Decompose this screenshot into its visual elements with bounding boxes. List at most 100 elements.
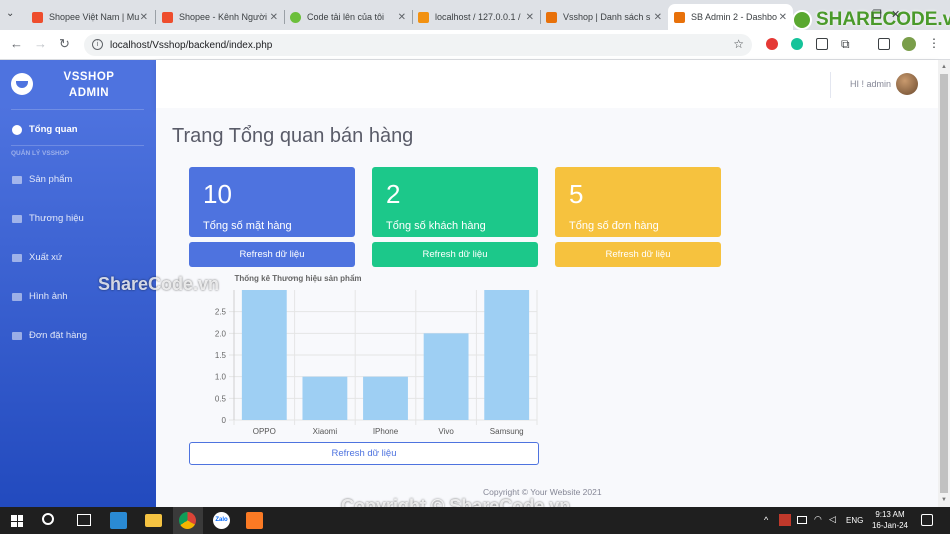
stat-card-customers: 2 Tổng số khách hàng (372, 167, 538, 237)
stat-label: Tổng số đơn hàng (569, 220, 659, 232)
main-content: Trang Tổng quan bán hàng 10 Tổng số mặt … (98, 108, 938, 516)
chart-bar[interactable] (363, 376, 408, 420)
stat-value: 10 (203, 179, 232, 209)
forward-arrow-icon[interactable]: → (34, 36, 47, 51)
folder-icon (12, 175, 22, 184)
wifi-icon[interactable]: ◠ (814, 514, 822, 525)
sidebar-divider (11, 145, 144, 146)
browser-tab-4[interactable]: localhost / 127.0.0.1 /✕ (412, 4, 540, 30)
refresh-orders-button[interactable]: Refresh dữ liệu (555, 242, 721, 267)
window-controls[interactable]: ❐ ✕ (872, 8, 900, 21)
sidebar-item-images[interactable]: Hình ảnh (12, 291, 68, 302)
chart-y-tick-label: 0 (222, 416, 227, 425)
brand-text[interactable]: VSSHOP ADMIN (44, 69, 134, 101)
xampp-favicon-icon (674, 11, 685, 23)
page-scrollbar[interactable]: ▲ ▼ (938, 60, 950, 507)
sidebar-item-products[interactable]: Sản phẩm (12, 174, 72, 185)
xampp-icon[interactable] (246, 512, 263, 529)
sidebar-item-dashboard[interactable]: Tổng quan (12, 124, 78, 135)
stat-label: Tổng số khách hàng (386, 220, 486, 232)
chart-x-tick-label: Samsung (490, 427, 524, 436)
close-icon[interactable]: ✕ (779, 12, 787, 23)
side-panel-icon[interactable] (878, 38, 890, 50)
close-icon[interactable]: ✕ (398, 12, 406, 23)
page-title: Trang Tổng quan bán hàng (172, 125, 414, 147)
browser-tab-bar: ⌄ Shopee Việt Nam | Mu ✕ Shopee - Kênh Ng… (0, 0, 950, 30)
back-arrow-icon[interactable]: ← (10, 36, 23, 51)
extension-grammarly-icon[interactable] (791, 38, 803, 50)
folder-icon (12, 331, 22, 340)
chart-y-tick-label: 2.5 (215, 308, 227, 317)
sidebar-item-orders[interactable]: Đơn đặt hàng (12, 330, 87, 341)
topbar-divider (830, 72, 831, 98)
browser-tab-5[interactable]: Vsshop | Danh sách s ✕ (540, 4, 668, 30)
sidebar-item-brands[interactable]: Thương hiệu (12, 213, 84, 224)
refresh-products-button[interactable]: Refresh dữ liệu (189, 242, 355, 267)
sidebar-item-origin[interactable]: Xuất xứ (12, 252, 62, 263)
stat-card-orders: 5 Tổng số đơn hàng (555, 167, 721, 237)
chart-y-tick-label: 1.5 (215, 351, 227, 360)
scrollbar-thumb[interactable] (940, 74, 948, 493)
refresh-chart-button[interactable]: Refresh dữ liệu (189, 442, 539, 465)
brand-chart: Thống kê Thương hiệu sản phẩm 0 0.5 1.0 1.5… (215, 274, 538, 436)
file-explorer-icon[interactable] (145, 514, 162, 527)
tray-chevron-icon[interactable]: ^ (764, 515, 768, 525)
vscode-icon[interactable] (110, 512, 127, 529)
stat-value: 5 (569, 179, 584, 209)
notification-icon[interactable] (921, 514, 933, 526)
chart-y-tick-label: 0.5 (215, 394, 227, 403)
chart-x-tick-label: OPPO (253, 427, 276, 436)
browser-tab-2[interactable]: Shopee - Kênh Người ✕ (156, 4, 284, 30)
sharecode-logo-icon (792, 10, 812, 30)
extensions-puzzle-icon[interactable]: ⧉ (841, 37, 850, 52)
close-icon[interactable]: ✕ (140, 12, 148, 23)
user-avatar[interactable] (896, 73, 918, 95)
user-greeting[interactable]: HI ! admin (850, 79, 891, 89)
tachometer-icon (12, 124, 22, 135)
stat-label: Tổng số mặt hàng (203, 220, 292, 232)
zalo-icon[interactable]: Zalo (213, 512, 230, 529)
windows-start-icon[interactable] (11, 515, 23, 527)
extension-image-icon[interactable] (816, 38, 828, 50)
search-icon[interactable] (42, 513, 54, 525)
chart-x-tick-label: Xiaomi (313, 427, 338, 436)
close-icon[interactable]: ✕ (270, 12, 278, 23)
chart-bar[interactable] (484, 290, 530, 420)
phpmyadmin-favicon-icon (418, 11, 429, 23)
chart-bar[interactable] (423, 333, 469, 420)
browser-tab-1[interactable]: Shopee Việt Nam | Mu ✕ (26, 4, 154, 30)
tray-app-icon[interactable] (779, 514, 791, 526)
sidebar-divider (11, 109, 144, 110)
bookmark-star-icon[interactable]: ☆ (733, 37, 744, 51)
reload-icon[interactable]: ↻ (59, 36, 70, 52)
browser-tab-3[interactable]: Code tải lên của tôi ✕ (284, 4, 412, 30)
sharecode-favicon-icon (290, 11, 301, 23)
task-view-icon[interactable] (77, 514, 91, 526)
folder-icon (12, 292, 22, 301)
volume-icon[interactable]: ◁ (829, 514, 836, 525)
close-icon[interactable]: ✕ (654, 12, 662, 23)
close-icon[interactable]: ✕ (526, 12, 534, 23)
language-indicator[interactable]: ENG (846, 516, 863, 525)
stat-value: 2 (386, 179, 401, 209)
chrome-icon (179, 512, 196, 529)
stat-card-products: 10 Tổng số mặt hàng (189, 167, 355, 237)
folder-icon (12, 253, 22, 262)
more-menu-icon[interactable]: ⋮ (928, 36, 940, 50)
tab-search-icon[interactable]: ⌄ (6, 8, 14, 19)
url-input[interactable]: i localhost/Vsshop/backend/index.php ☆ (84, 34, 752, 56)
browser-tab-6-active[interactable]: SB Admin 2 - Dashbo ✕ (668, 4, 793, 30)
taskbar-chrome-active[interactable] (173, 507, 203, 534)
chart-bar[interactable] (302, 376, 348, 420)
info-icon[interactable]: i (92, 39, 103, 50)
topbar: HI ! admin (156, 60, 938, 108)
chart-bar[interactable] (241, 290, 287, 420)
folder-icon (12, 214, 22, 223)
battery-icon[interactable] (797, 516, 807, 524)
extension-opera-icon[interactable] (766, 38, 778, 50)
chart-y-axis: 0 0.5 1.0 1.5 2.0 2.5 (215, 308, 227, 425)
clock[interactable]: 9:13 AM 16-Jan-24 (870, 509, 910, 531)
chart-x-tick-label: IPhone (373, 427, 399, 436)
profile-avatar-icon[interactable] (902, 37, 916, 51)
refresh-customers-button[interactable]: Refresh dữ liệu (372, 242, 538, 267)
